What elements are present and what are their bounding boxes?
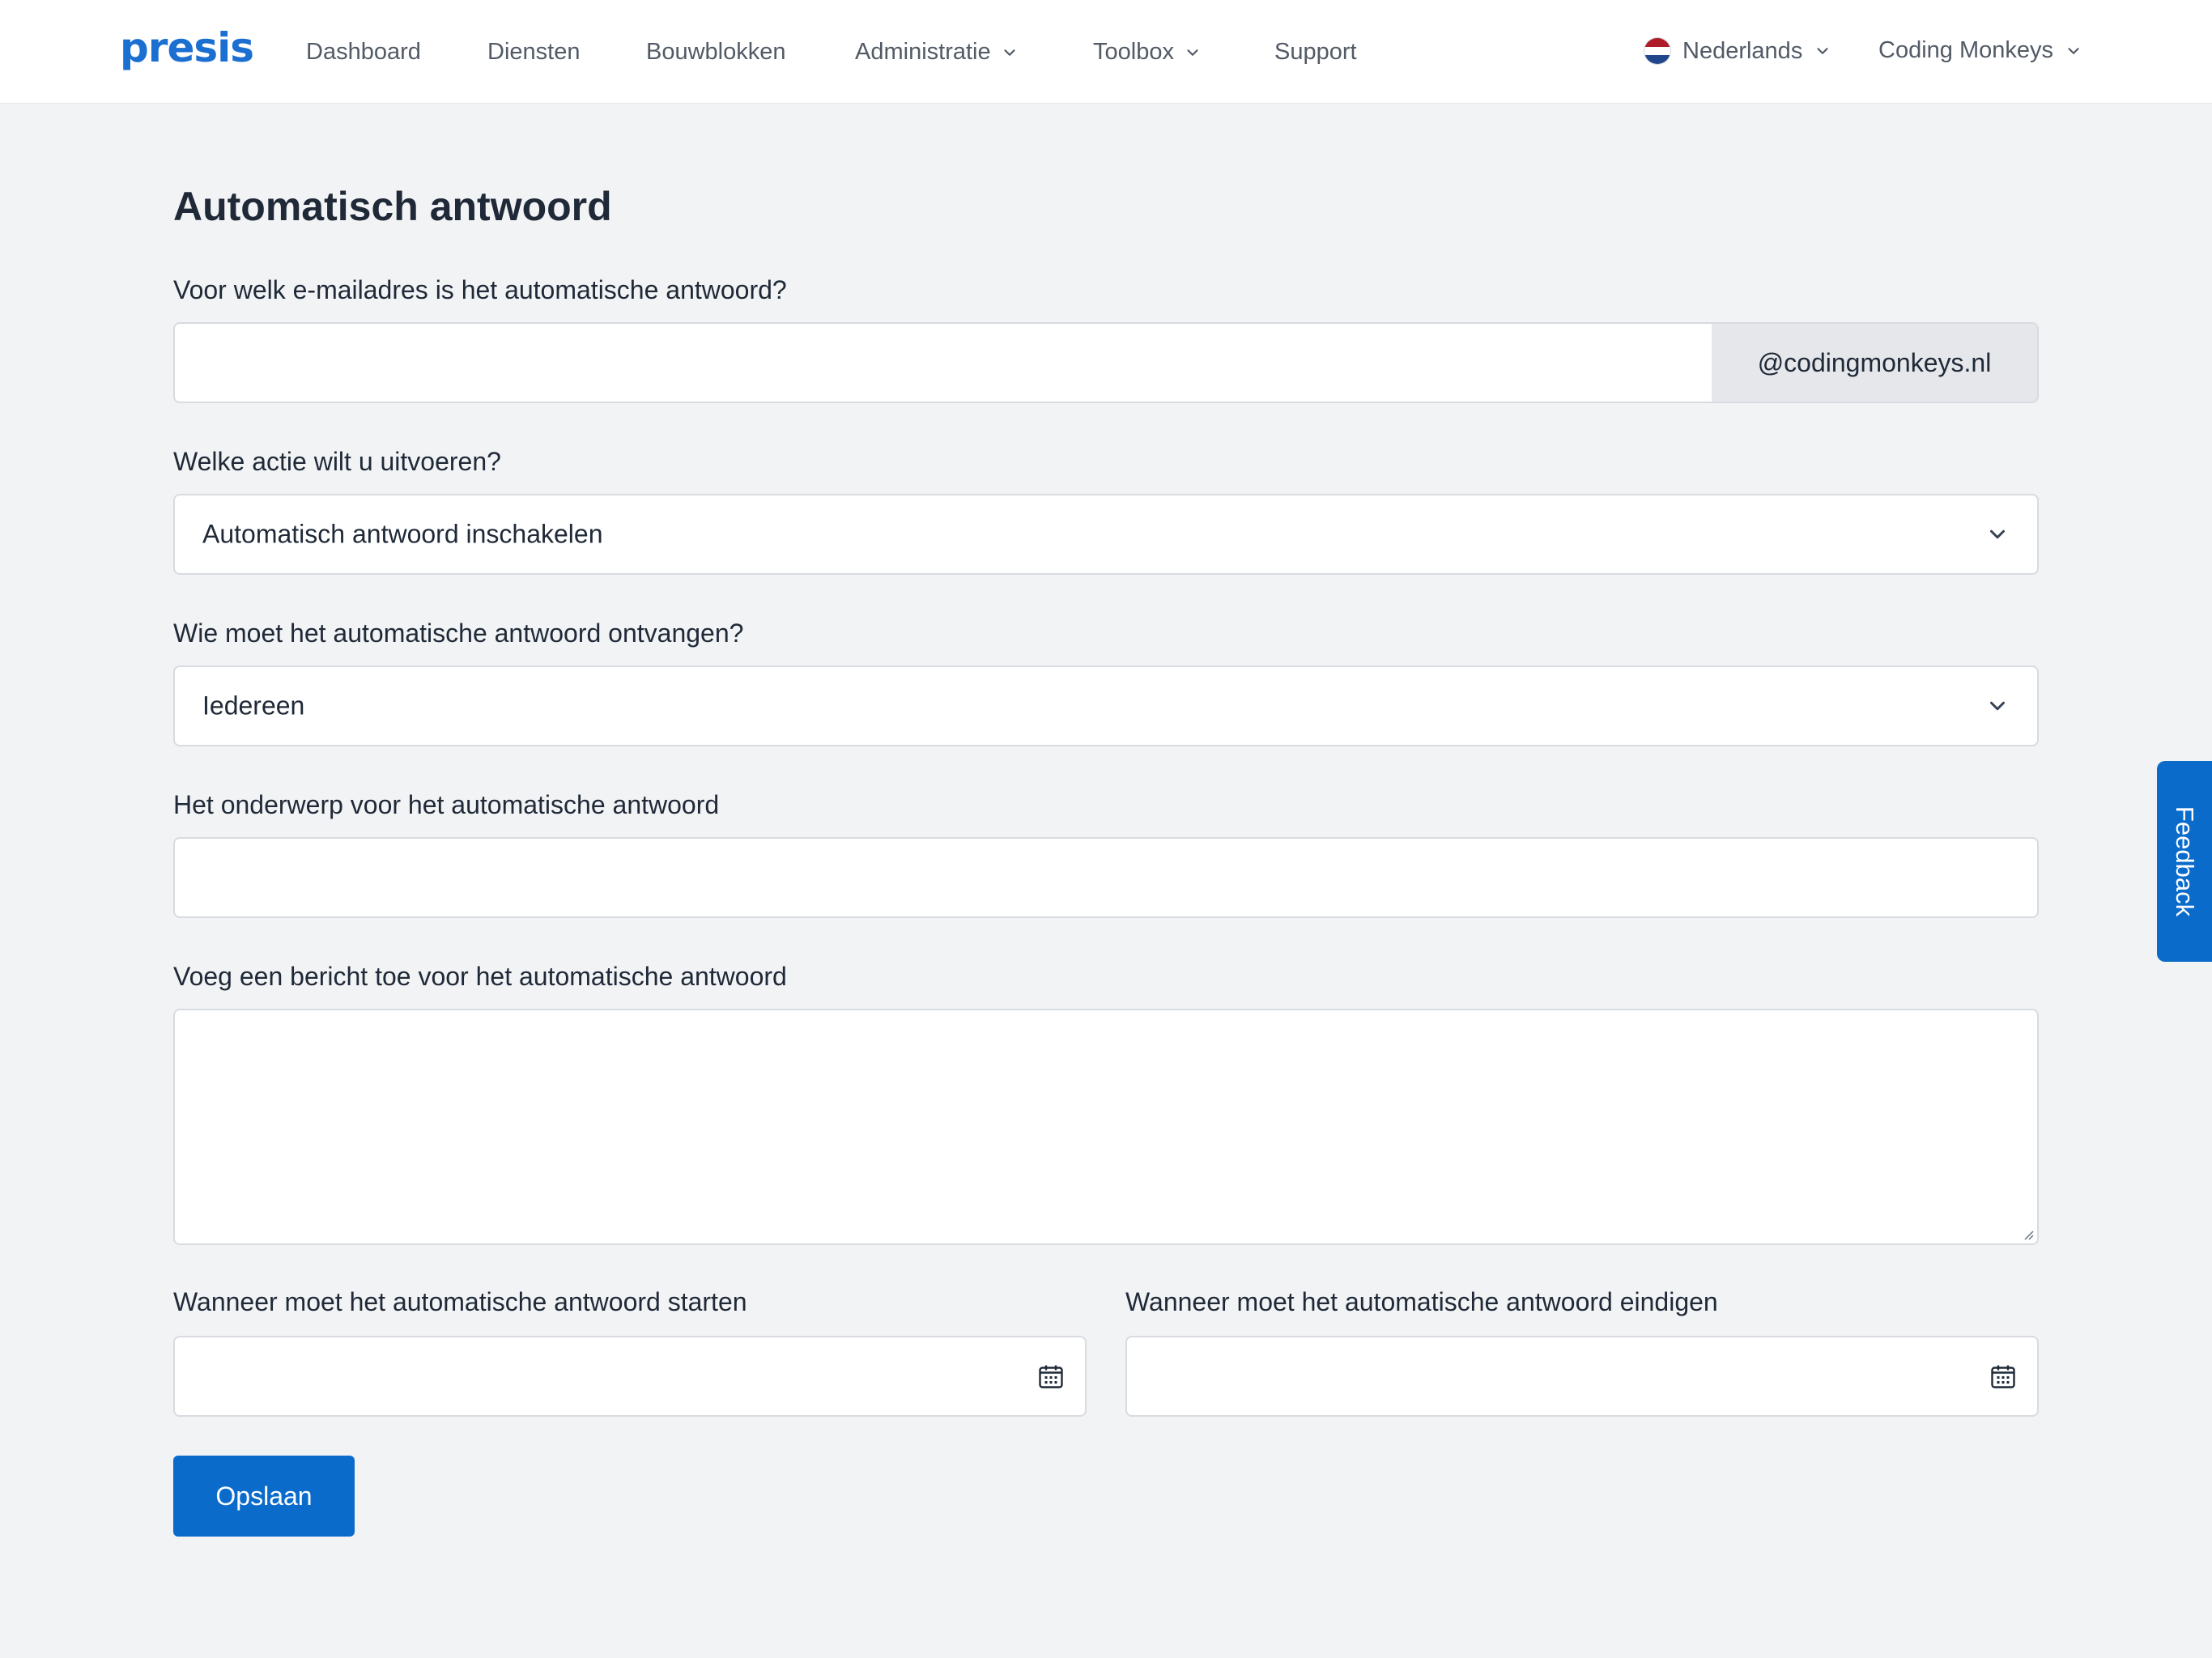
nav-dashboard[interactable]: Dashboard xyxy=(306,39,421,66)
chevron-down-icon xyxy=(1990,529,2005,539)
email-input[interactable] xyxy=(173,322,1713,403)
nav-toolbox[interactable]: Toolbox xyxy=(1093,39,1202,66)
feedback-tab[interactable]: Feedback xyxy=(2157,761,2212,962)
chevron-down-icon xyxy=(1990,701,2005,711)
presis-logo[interactable]: presis xyxy=(120,24,254,71)
feedback-label: Feedback xyxy=(2171,806,2200,917)
action-select[interactable]: Automatisch antwoord inschakelen xyxy=(173,494,2039,575)
page-title: Automatisch antwoord xyxy=(173,184,612,229)
nav-support[interactable]: Support xyxy=(1274,39,1357,66)
start-date-label: Wanneer moet het automatische antwoord s… xyxy=(173,1287,747,1316)
chevron-down-icon xyxy=(1004,49,1015,56)
language-selector[interactable]: Nederlands xyxy=(1644,37,1831,65)
nav-administratie-label: Administratie xyxy=(855,39,991,65)
account-selector[interactable]: Coding Monkeys xyxy=(1878,37,2082,64)
nav-administratie[interactable]: Administratie xyxy=(855,39,1019,66)
recipients-select[interactable]: Iedereen xyxy=(173,665,2039,746)
nav-toolbox-label: Toolbox xyxy=(1093,39,1174,65)
email-label: Voor welk e-mailadres is het automatisch… xyxy=(173,275,787,304)
resize-handle-icon[interactable] xyxy=(2021,1227,2034,1240)
subject-input[interactable] xyxy=(173,837,2039,918)
save-button[interactable]: Opslaan xyxy=(173,1456,355,1537)
chevron-down-icon xyxy=(1817,48,1828,54)
subject-label: Het onderwerp voor het automatische antw… xyxy=(173,790,720,819)
nav-support-label: Support xyxy=(1274,39,1357,65)
message-label: Voeg een bericht toe voor het automatisc… xyxy=(173,962,787,991)
nav-bouwblokken-label: Bouwblokken xyxy=(646,39,786,65)
nav-diensten-label: Diensten xyxy=(487,39,581,65)
action-selected-value: Automatisch antwoord inschakelen xyxy=(202,519,603,549)
recipients-label: Wie moet het automatische antwoord ontva… xyxy=(173,619,744,648)
message-textarea[interactable] xyxy=(173,1009,2039,1245)
calendar-icon[interactable] xyxy=(1989,1362,2018,1391)
language-label: Nederlands xyxy=(1682,37,1803,64)
chevron-down-icon xyxy=(1187,49,1198,56)
start-date-input[interactable] xyxy=(173,1336,1087,1417)
end-date-input[interactable] xyxy=(1125,1336,2039,1417)
account-label: Coding Monkeys xyxy=(1878,37,2053,63)
top-navigation-bar: presis Dashboard Diensten Bouwblokken Ad… xyxy=(0,0,2212,104)
email-domain-suffix: @codingmonkeys.nl xyxy=(1712,322,2039,403)
chevron-down-icon xyxy=(2068,47,2079,54)
action-label: Welke actie wilt u uitvoeren? xyxy=(173,447,501,476)
nav-diensten[interactable]: Diensten xyxy=(487,39,580,66)
calendar-icon[interactable] xyxy=(1036,1362,1066,1391)
end-date-label: Wanneer moet het automatische antwoord e… xyxy=(1125,1287,1718,1316)
nav-bouwblokken[interactable]: Bouwblokken xyxy=(646,39,786,66)
recipients-selected-value: Iedereen xyxy=(202,691,305,721)
netherlands-flag-icon xyxy=(1644,37,1671,65)
nav-dashboard-label: Dashboard xyxy=(306,39,421,65)
